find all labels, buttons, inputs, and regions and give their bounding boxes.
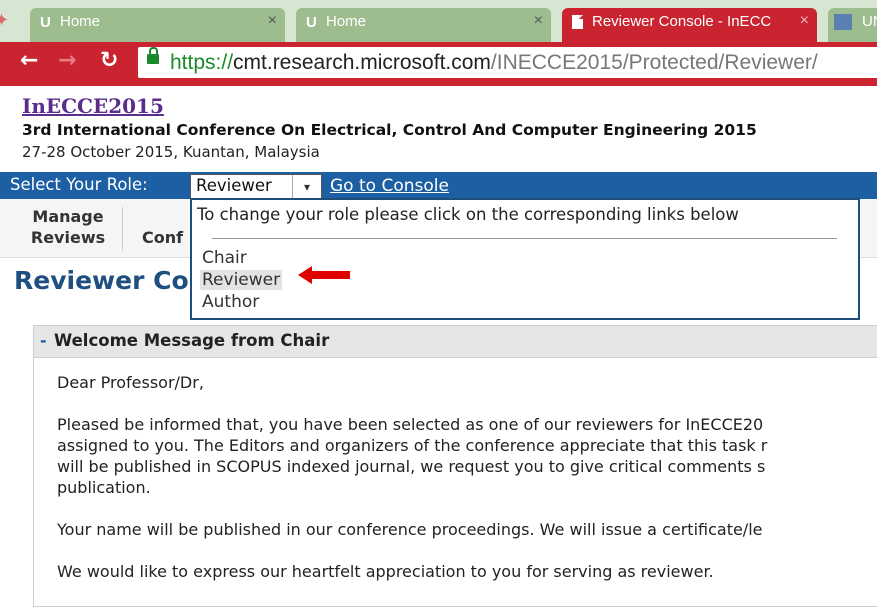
menu-conference[interactable]: Conf: [142, 227, 183, 248]
page-icon: [572, 15, 583, 29]
message-line: will be published in SCOPUS indexed jour…: [57, 457, 766, 476]
go-to-console-link[interactable]: Go to Console: [330, 176, 449, 196]
chrome-logo-icon: ✦: [0, 10, 10, 31]
role-bar: Select Your Role: Reviewer ▾ Go to Conso…: [0, 172, 877, 199]
role-select[interactable]: Reviewer ▾: [190, 174, 322, 199]
tab-favicon-icon: U: [306, 14, 317, 31]
conference-acronym-link[interactable]: InECCE2015: [22, 94, 164, 118]
conference-name: 3rd International Conference On Electric…: [22, 121, 757, 139]
url-text: https://cmt.research.microsoft.com/INECC…: [170, 51, 818, 74]
role-dropdown-menu: To change your role please click on the …: [190, 198, 860, 320]
role-option-chair[interactable]: Chair: [200, 248, 249, 268]
message-line: Pleased be informed that, you have been …: [57, 415, 764, 434]
lock-icon: [147, 47, 159, 64]
message-greeting: Dear Professor/Dr,: [57, 373, 204, 392]
tab-close-icon[interactable]: ×: [800, 12, 809, 30]
welcome-panel-header[interactable]: - Welcome Message from Chair: [34, 326, 877, 358]
back-arrow-icon[interactable]: ←: [20, 48, 38, 73]
tab-title: Home: [326, 13, 367, 30]
reload-icon[interactable]: ↻: [100, 48, 118, 73]
menu-manage-reviews[interactable]: Manage Reviews: [22, 206, 114, 248]
tab-title: UN: [862, 13, 877, 30]
conference-dates: 27-28 October 2015, Kuantan, Malaysia: [22, 143, 320, 161]
address-bar[interactable]: https://cmt.research.microsoft.com/INECC…: [138, 47, 877, 78]
browser-tab-home-1[interactable]: U Home ×: [30, 8, 285, 42]
tab-favicon-icon: U: [40, 14, 51, 31]
tab-favicon-icon: [834, 14, 852, 30]
role-dropdown-hint: To change your role please click on the …: [197, 205, 739, 224]
chevron-down-icon[interactable]: ▾: [292, 175, 321, 199]
collapse-toggle[interactable]: -: [40, 331, 47, 350]
tab-close-icon[interactable]: ×: [268, 12, 277, 30]
dropdown-divider: [212, 238, 837, 239]
role-label: Select Your Role:: [10, 175, 148, 194]
tab-close-icon[interactable]: ×: [534, 12, 543, 30]
message-line: publication.: [57, 478, 151, 497]
browser-tab-bar: ✦ U Home × U Home × Reviewer Console - I…: [0, 0, 877, 42]
red-pointer-arrow-icon: [298, 266, 350, 284]
tab-title: Home: [60, 13, 101, 30]
role-select-value: Reviewer: [196, 176, 272, 195]
browser-tab-un[interactable]: UN: [828, 8, 877, 42]
forward-arrow-icon[interactable]: →: [58, 48, 76, 73]
role-option-reviewer[interactable]: Reviewer: [200, 270, 283, 290]
welcome-panel-title: Welcome Message from Chair: [54, 331, 330, 350]
message-line: Your name will be published in our confe…: [57, 520, 763, 539]
tab-title: Reviewer Console - InECC: [592, 13, 772, 30]
menu-divider: [122, 207, 123, 251]
message-line: We would like to express our heartfelt a…: [57, 562, 714, 581]
role-option-author[interactable]: Author: [200, 292, 261, 312]
browser-tab-home-2[interactable]: U Home ×: [296, 8, 551, 42]
welcome-panel: - Welcome Message from Chair Dear Profes…: [33, 325, 877, 607]
message-line: assigned to you. The Editors and organiz…: [57, 436, 768, 455]
browser-toolbar: ← → ↻ https://cmt.research.microsoft.com…: [0, 42, 877, 86]
browser-tab-reviewer-console[interactable]: Reviewer Console - InECC ×: [562, 8, 817, 42]
